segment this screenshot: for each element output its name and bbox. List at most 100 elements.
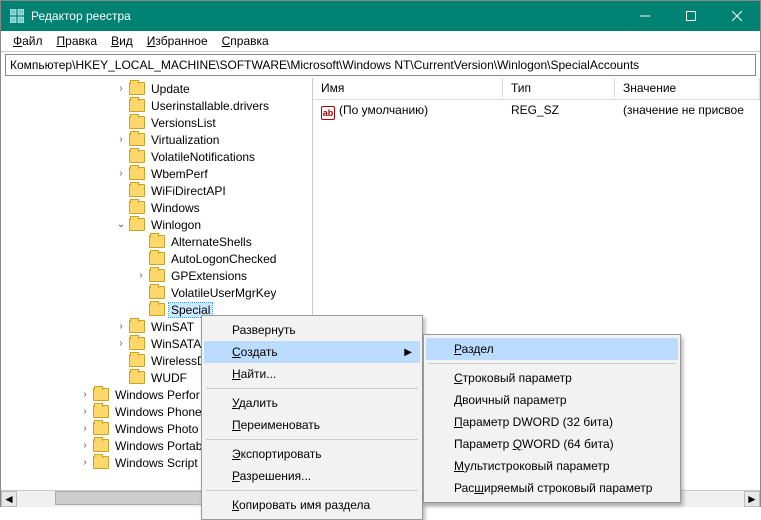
value-data: (значение не присвое (615, 103, 760, 120)
ctx-create-dword[interactable]: Параметр DWORD (32 бита) (426, 411, 678, 433)
folder-icon (129, 371, 145, 384)
ctx-rename[interactable]: Переименовать (204, 414, 420, 436)
tree-item-label: WinSAT (149, 320, 196, 334)
tree-item[interactable]: WiFiDirectAPI (1, 182, 312, 199)
menu-favorites[interactable]: Избранное (141, 32, 214, 50)
window-controls (622, 1, 760, 31)
regedit-icon (9, 8, 25, 24)
folder-icon (129, 201, 145, 214)
chevron-right-icon[interactable]: › (77, 457, 93, 468)
tree-item-label: WUDF (149, 371, 189, 385)
chevron-right-icon[interactable]: › (113, 168, 129, 179)
folder-icon (129, 150, 145, 163)
context-submenu-create: Раздел Строковый параметр Двоичный парам… (423, 334, 681, 503)
chevron-right-icon[interactable]: › (113, 83, 129, 94)
tree-item-label: Windows Phone (113, 405, 204, 419)
tree-item-label: Windows Script (113, 456, 200, 470)
folder-icon (129, 218, 145, 231)
folder-icon (129, 354, 145, 367)
ctx-create-string[interactable]: Строковый параметр (426, 367, 678, 389)
folder-icon (93, 388, 109, 401)
chevron-right-icon[interactable]: › (77, 389, 93, 400)
tree-item[interactable]: › Update (1, 80, 312, 97)
window-title: Редактор реестра (31, 9, 131, 23)
menu-help[interactable]: Справка (216, 32, 275, 50)
folder-icon (129, 82, 145, 95)
maximize-button[interactable] (668, 1, 714, 31)
ctx-export[interactable]: Экспортировать (204, 443, 420, 465)
chevron-right-icon[interactable]: › (77, 406, 93, 417)
tree-item-label: Winlogon (149, 218, 203, 232)
chevron-right-icon[interactable]: › (77, 423, 93, 434)
tree-item[interactable]: Windows (1, 199, 312, 216)
menu-file[interactable]: Файл (7, 32, 49, 50)
values-header: Имя Тип Значение (313, 78, 760, 100)
chevron-right-icon: ▶ (404, 347, 412, 358)
tree-item[interactable]: AutoLogonChecked (1, 250, 312, 267)
folder-icon (93, 439, 109, 452)
tree-item-label: VolatileNotifications (149, 150, 257, 164)
context-menu: Развернуть Создать▶ Найти... Удалить Пер… (201, 315, 423, 520)
minimize-button[interactable] (622, 1, 668, 31)
tree-item-label: VersionsList (149, 116, 218, 130)
tree-item[interactable]: AlternateShells (1, 233, 312, 250)
ctx-create-key[interactable]: Раздел (426, 338, 678, 360)
folder-icon (149, 303, 165, 316)
ctx-create-binary[interactable]: Двоичный параметр (426, 389, 678, 411)
ctx-create[interactable]: Создать▶ (204, 341, 420, 363)
col-value[interactable]: Значение (615, 78, 760, 99)
menubar: Файл Правка Вид Избранное Справка (1, 31, 760, 52)
separator (428, 363, 676, 364)
tree-item-label: Windows Portab (113, 439, 204, 453)
tree-item-label: AlternateShells (169, 235, 254, 249)
scroll-left-button[interactable]: ◄ (1, 491, 17, 507)
address-text: Компьютер\HKEY_LOCAL_MACHINE\SOFTWARE\Mi… (10, 58, 639, 72)
close-button[interactable] (714, 1, 760, 31)
ctx-copy-keyname[interactable]: Копировать имя раздела (204, 494, 420, 516)
folder-icon (149, 269, 165, 282)
folder-icon (129, 99, 145, 112)
chevron-down-icon[interactable]: ⌄ (113, 219, 129, 230)
tree-item-label: GPExtensions (169, 269, 249, 283)
col-name[interactable]: Имя (313, 78, 503, 99)
folder-icon (149, 286, 165, 299)
ctx-permissions[interactable]: Разрешения... (204, 465, 420, 487)
folder-icon (129, 184, 145, 197)
folder-icon (93, 405, 109, 418)
tree-item-label: WbemPerf (149, 167, 210, 181)
folder-icon (129, 133, 145, 146)
ctx-create-expandstring[interactable]: Расширяемый строковый параметр (426, 477, 678, 499)
separator (206, 439, 418, 440)
folder-icon (129, 320, 145, 333)
ctx-create-qword[interactable]: Параметр QWORD (64 бита) (426, 433, 678, 455)
separator (206, 490, 418, 491)
chevron-right-icon[interactable]: › (113, 321, 129, 332)
tree-item[interactable]: Userinstallable.drivers (1, 97, 312, 114)
tree-item-label: WiFiDirectAPI (149, 184, 228, 198)
folder-icon (129, 167, 145, 180)
scroll-right-button[interactable]: ► (744, 491, 760, 507)
titlebar: Редактор реестра (1, 1, 760, 31)
folder-icon (149, 252, 165, 265)
tree-item[interactable]: VolatileNotifications (1, 148, 312, 165)
tree-item[interactable]: › GPExtensions (1, 267, 312, 284)
tree-item[interactable]: VolatileUserMgrKey (1, 284, 312, 301)
chevron-right-icon[interactable]: › (113, 338, 129, 349)
col-type[interactable]: Тип (503, 78, 615, 99)
chevron-right-icon[interactable]: › (133, 270, 149, 281)
ctx-expand[interactable]: Развернуть (204, 319, 420, 341)
ctx-create-multistring[interactable]: Мультистроковый параметр (426, 455, 678, 477)
tree-item-label: Update (149, 82, 192, 96)
menu-edit[interactable]: Правка (51, 32, 104, 50)
ctx-find[interactable]: Найти... (204, 363, 420, 385)
tree-item[interactable]: ⌄ Winlogon (1, 216, 312, 233)
chevron-right-icon[interactable]: › (113, 134, 129, 145)
list-row[interactable]: ab(По умолчанию)REG_SZ(значение не присв… (313, 100, 760, 123)
tree-item[interactable]: ›Virtualization (1, 131, 312, 148)
tree-item[interactable]: VersionsList (1, 114, 312, 131)
address-bar[interactable]: Компьютер\HKEY_LOCAL_MACHINE\SOFTWARE\Mi… (5, 54, 756, 76)
tree-item[interactable]: › WbemPerf (1, 165, 312, 182)
chevron-right-icon[interactable]: › (77, 440, 93, 451)
ctx-delete[interactable]: Удалить (204, 392, 420, 414)
menu-view[interactable]: Вид (105, 32, 139, 50)
